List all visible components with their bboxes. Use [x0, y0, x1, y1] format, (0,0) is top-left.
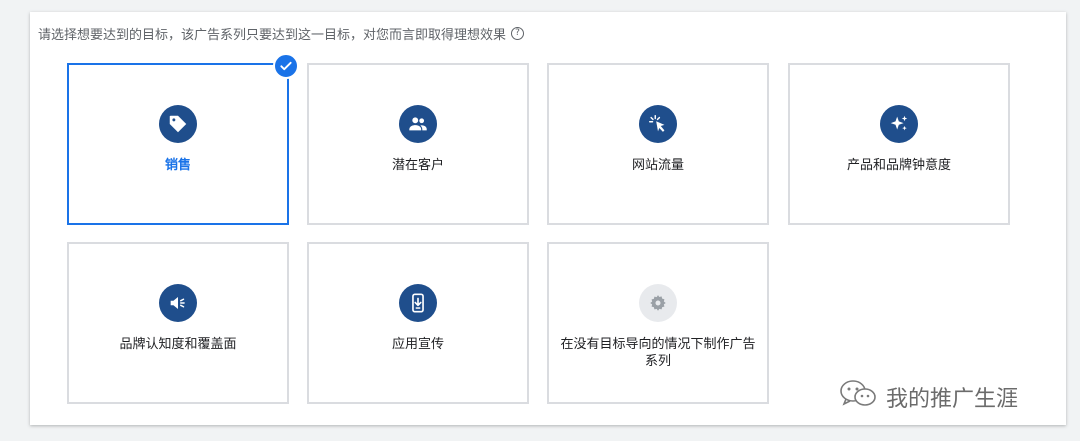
wechat-icon [838, 378, 878, 416]
goal-card-no-goal[interactable]: 在没有目标导向的情况下制作广告系列 [547, 242, 769, 404]
people-icon [399, 105, 437, 143]
watermark: 我的推广生涯 [838, 378, 1018, 416]
goal-card-leads[interactable]: 潜在客户 [307, 63, 529, 225]
goal-label: 网站流量 [631, 158, 684, 173]
goal-label: 潜在客户 [391, 158, 444, 173]
goal-label: 品牌认知度和覆盖面 [119, 337, 237, 352]
phone-download-icon [399, 284, 437, 322]
goal-card-brand-consideration[interactable]: 产品和品牌钟意度 [788, 63, 1010, 225]
instruction-header: 请选择想要达到的目标，该广告系列只要达到这一目标，对您而言即取得理想效果 ? [38, 24, 525, 43]
instruction-text: 请选择想要达到的目标，该广告系列只要达到这一目标，对您而言即取得理想效果 [38, 28, 507, 43]
goal-label: 在没有目标导向的情况下制作广告系列 [560, 337, 756, 369]
goal-card-sales[interactable]: 销售 [67, 53, 299, 225]
tag-icon [159, 105, 197, 143]
megaphone-icon [159, 284, 197, 322]
goal-label: 产品和品牌钟意度 [846, 158, 951, 173]
goal-label: 应用宣传 [391, 337, 444, 352]
gear-icon [639, 284, 677, 322]
goal-card-app-promotion[interactable]: 应用宣传 [307, 242, 529, 404]
goal-card-website-traffic[interactable]: 网站流量 [547, 63, 769, 225]
sparkle-icon [880, 105, 918, 143]
cursor-click-icon [639, 105, 677, 143]
check-icon [273, 53, 299, 79]
goal-label: 销售 [164, 158, 191, 173]
watermark-text: 我的推广生涯 [886, 387, 1019, 412]
goal-card-brand-awareness[interactable]: 品牌认知度和覆盖面 [67, 242, 289, 404]
help-circle-icon[interactable]: ? [511, 27, 525, 40]
